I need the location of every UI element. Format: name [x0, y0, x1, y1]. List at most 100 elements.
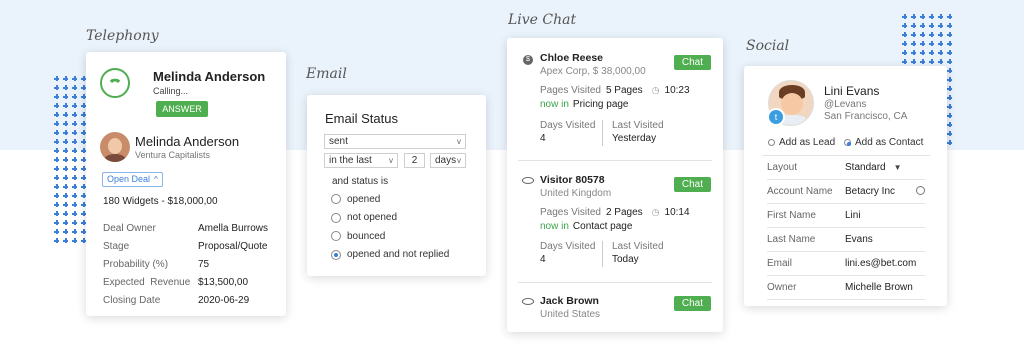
status-select[interactable]: sent v — [324, 134, 466, 149]
dot-plus — [61, 155, 70, 164]
dot-plus — [900, 30, 909, 39]
chat-button[interactable]: Chat — [673, 177, 711, 192]
social-field-value: Standard ▼ — [845, 162, 925, 173]
deal-field-row: Deal Owner Amella Burrows — [103, 220, 279, 238]
dot-plus — [61, 173, 70, 182]
email-card: Email Status sent v in the last v 2 days… — [307, 95, 486, 276]
dot-plus — [61, 74, 70, 83]
dot-plus — [70, 173, 79, 182]
answer-button[interactable]: ANSWER — [156, 101, 208, 117]
visitor-name: Jack Brown — [540, 295, 599, 307]
social-field-value: lini.es@bet.com — [845, 258, 925, 269]
dot-plus — [61, 164, 70, 173]
dot-plus — [70, 164, 79, 173]
dot-plus — [52, 92, 61, 101]
chevron-down-icon: v — [389, 156, 393, 165]
status-select-value: sent — [329, 136, 348, 147]
dot-plus — [945, 48, 954, 57]
status-option[interactable]: opened and not replied — [331, 246, 449, 265]
days-visited-label: Days Visited — [540, 241, 596, 252]
phone-icon — [100, 68, 130, 98]
visitor-block-2[interactable]: Visitor 80578 United Kingdom Chat Pages … — [507, 162, 723, 282]
chevron-down-icon: v — [457, 137, 461, 146]
deal-field-value: $13,500,00 — [198, 277, 249, 288]
social-field-row[interactable]: Last Name Evans — [767, 228, 925, 252]
deal-field-label: Expected Revenue — [103, 277, 191, 288]
visitor-block-3[interactable]: Jack Brown United States Chat — [507, 284, 723, 330]
dot-plus — [945, 12, 954, 21]
avatar — [100, 132, 130, 162]
visit-time: 10:14 — [664, 207, 690, 218]
radio-icon — [331, 212, 341, 223]
social-field-row[interactable]: Account Name Betacry Inc — [767, 180, 925, 204]
now-in-page: Contact page — [572, 221, 633, 232]
twitter-icon[interactable]: t — [767, 108, 785, 126]
status-option-label: not opened — [347, 212, 398, 224]
open-deal-label: Open Deal — [107, 174, 151, 184]
status-options: opened not opened bounced opened and not re… — [331, 190, 449, 264]
deal-field-value: Amella Burrows — [198, 223, 269, 234]
caller-name: Melinda Anderson — [153, 69, 266, 84]
dot-plus — [70, 209, 79, 218]
social-field-row[interactable]: Owner Michelle Brown — [767, 276, 925, 300]
status-option-label: bounced — [347, 230, 386, 242]
count-input-value: 2 — [411, 155, 418, 166]
dot-plus — [52, 209, 61, 218]
visitor-block-1[interactable]: $ Chloe Reese Apex Corp, $ 38,000,00 Cha… — [507, 38, 723, 158]
dot-plus — [61, 83, 70, 92]
dot-plus — [52, 128, 61, 137]
days-visited-value: 4 — [540, 133, 546, 144]
dot-plus — [927, 48, 936, 57]
profile-name: Lini Evans — [824, 84, 880, 98]
last-visited-label: Last Visited — [612, 241, 664, 252]
count-input[interactable]: 2 — [404, 153, 425, 168]
social-field-row[interactable]: First Name Lini — [767, 204, 925, 228]
period-select[interactable]: in the last v — [324, 153, 398, 168]
dot-plus — [936, 57, 945, 66]
now-in-row: now in Contact page — [540, 221, 632, 232]
open-deal-button[interactable]: Open Deal ^ — [102, 172, 163, 187]
radio-icon — [331, 231, 341, 242]
status-option[interactable]: bounced — [331, 227, 449, 246]
dot-plus — [61, 110, 70, 119]
status-option[interactable]: not opened — [331, 209, 449, 228]
radio-icon — [331, 249, 341, 260]
add-as-contact-option[interactable]: Add as Contact — [844, 137, 923, 148]
add-as-lead-option[interactable]: Add as Lead — [768, 137, 835, 148]
dot-plus — [900, 12, 909, 21]
dot-plus — [70, 200, 79, 209]
caret-down-icon[interactable]: ▼ — [894, 163, 902, 172]
live-chat-card: $ Chloe Reese Apex Corp, $ 38,000,00 Cha… — [507, 38, 723, 332]
visit-time: 10:23 — [664, 85, 690, 96]
dot-plus — [70, 155, 79, 164]
section-title-email: Email — [306, 66, 347, 82]
clock-icon: ◷ — [651, 207, 660, 217]
social-field-row[interactable]: Layout Standard ▼ — [767, 156, 925, 180]
section-title-live-chat: Live Chat — [508, 12, 577, 28]
dot-plus — [61, 191, 70, 200]
social-field-label: Last Name — [767, 234, 816, 245]
chat-button[interactable]: Chat — [673, 296, 711, 311]
search-icon[interactable] — [916, 186, 925, 195]
radio-icon — [844, 138, 851, 146]
status-option[interactable]: opened — [331, 190, 449, 209]
unit-select[interactable]: days v — [430, 153, 466, 168]
dot-plus — [936, 48, 945, 57]
pages-visited-label: Pages Visited — [540, 207, 601, 218]
dot-plus — [70, 119, 79, 128]
visitor-divider — [518, 282, 712, 283]
dot-plus — [61, 227, 70, 236]
dot-plus — [61, 209, 70, 218]
dot-plus — [61, 146, 70, 155]
dot-plus — [70, 110, 79, 119]
profile-handle: @Levans — [824, 99, 867, 110]
dot-plus — [936, 12, 945, 21]
social-card: t Lini Evans @Levans San Francisco, CA A… — [744, 66, 947, 306]
deal-field-value: 2020-06-29 — [198, 295, 250, 306]
eye-icon — [522, 177, 534, 184]
now-in-page: Pricing page — [572, 99, 629, 110]
social-field-row[interactable]: Email lini.es@bet.com — [767, 252, 925, 276]
social-field-label: Layout — [767, 162, 798, 173]
unit-select-value: days — [435, 155, 457, 166]
chat-button[interactable]: Chat — [673, 55, 711, 70]
